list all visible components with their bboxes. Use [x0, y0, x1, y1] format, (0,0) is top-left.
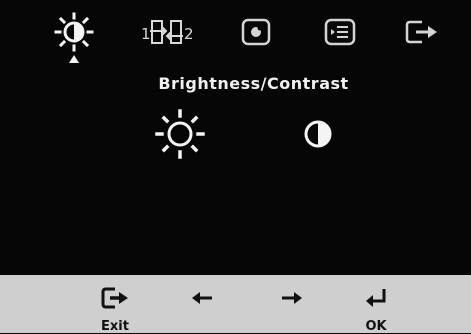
- selected-tab-marker: [69, 55, 79, 63]
- exit-icon: [101, 287, 128, 309]
- control-bar: Exit OK: [0, 275, 471, 334]
- tab-options[interactable]: [318, 10, 362, 54]
- exit-icon: [405, 20, 437, 44]
- enter-icon: [366, 289, 386, 307]
- exit-label: Exit: [101, 319, 129, 334]
- ok-label: OK: [365, 319, 387, 334]
- tab-brightness-contrast[interactable]: [52, 10, 96, 54]
- brightness-icon: [155, 109, 205, 159]
- right-button[interactable]: [262, 281, 322, 331]
- osd-tab-bar: 1 2: [0, 0, 471, 64]
- panel-title: Brightness/Contrast: [158, 74, 349, 93]
- tab-image-position[interactable]: 1 2: [140, 10, 196, 54]
- image-position-icon: 1 2: [141, 20, 194, 44]
- tab-label-right: 2: [184, 25, 194, 43]
- brightness-contrast-icon: [54, 12, 94, 52]
- options-icon: [324, 18, 356, 46]
- ok-button[interactable]: OK: [346, 281, 406, 334]
- exit-button[interactable]: Exit: [85, 281, 145, 334]
- contrast-icon: [304, 120, 332, 148]
- option-brightness[interactable]: [150, 104, 210, 164]
- tab-image-properties[interactable]: [234, 10, 278, 54]
- left-button[interactable]: [172, 281, 232, 331]
- tab-exit[interactable]: [400, 10, 444, 54]
- tab-label-left: 1: [141, 25, 151, 43]
- osd-screen: 1 2 Brightness/Contrast Exit OK: [0, 0, 471, 334]
- arrow-left-icon: [192, 292, 212, 304]
- arrow-right-icon: [282, 292, 302, 304]
- option-contrast[interactable]: [288, 104, 348, 164]
- image-properties-icon: [241, 18, 271, 46]
